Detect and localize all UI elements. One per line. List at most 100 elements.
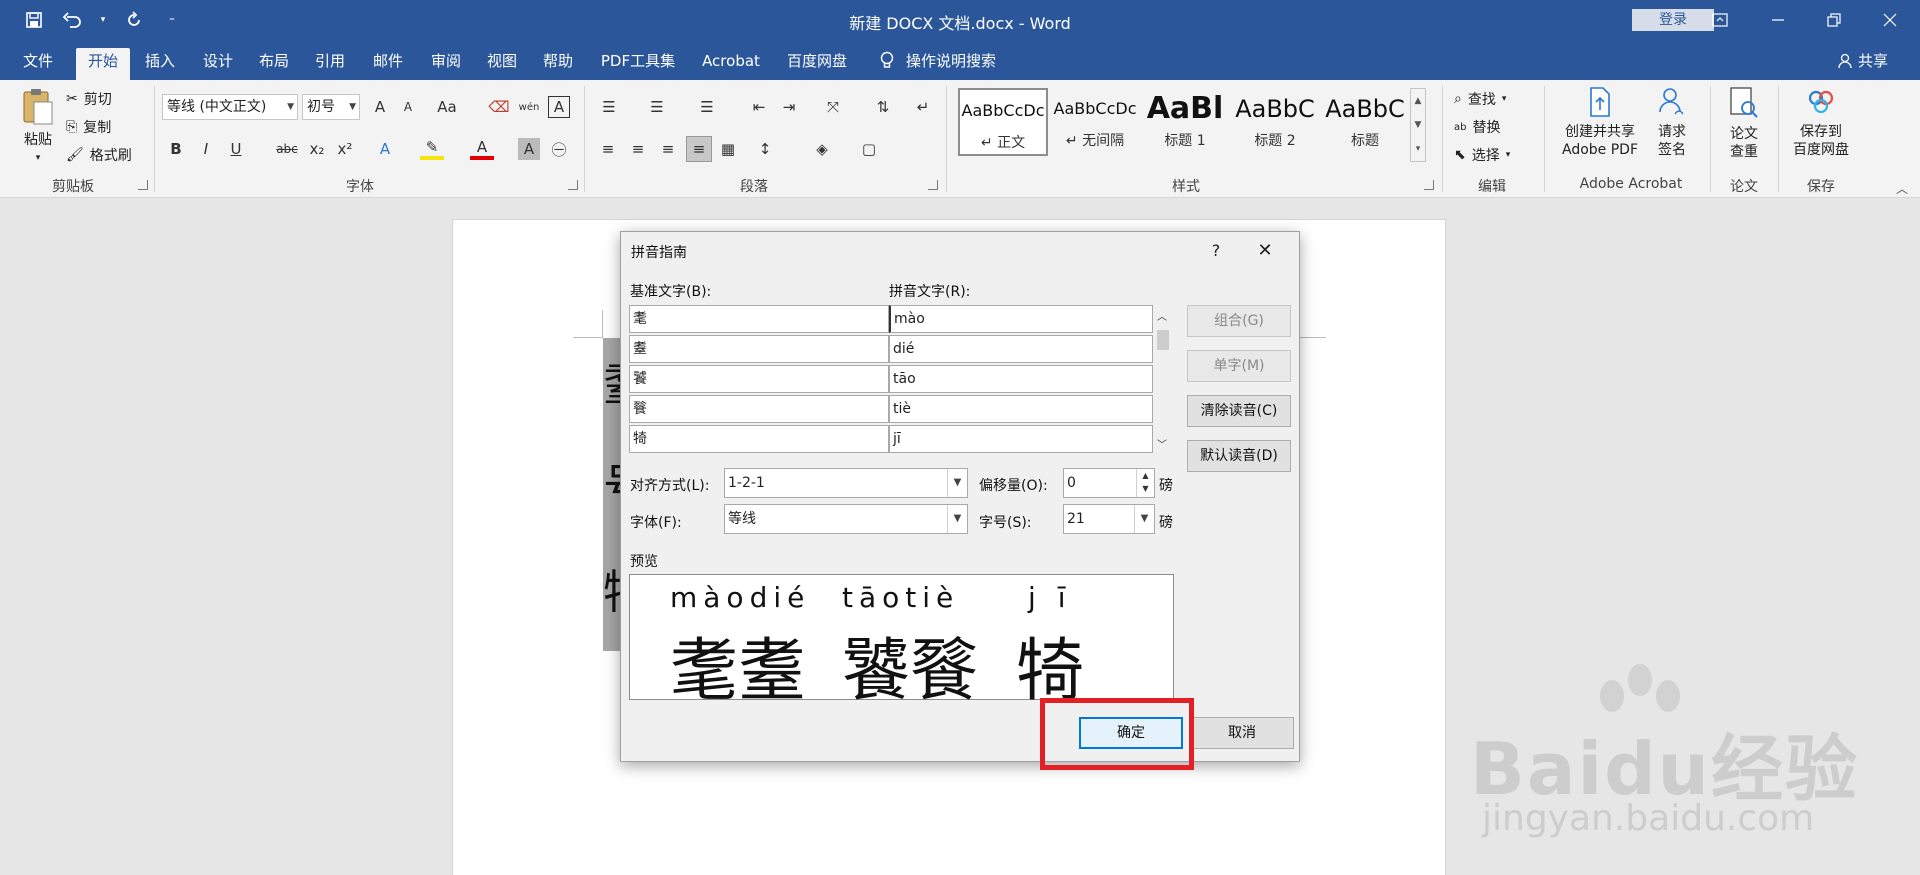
customize-toolbar-icon[interactable]: ⁼: [160, 8, 184, 32]
mono-button[interactable]: 单字(M): [1187, 350, 1291, 382]
underline-icon[interactable]: U: [226, 138, 246, 160]
text-effects-icon[interactable]: A: [374, 138, 396, 160]
replace-button[interactable]: ab 替换: [1454, 116, 1500, 138]
redo-icon[interactable]: [122, 8, 146, 32]
cut-button[interactable]: ✂ 剪切: [66, 88, 112, 110]
close-icon[interactable]: ✕: [1245, 236, 1285, 266]
shrink-font-icon[interactable]: A: [398, 96, 418, 118]
phonetic-guide-icon[interactable]: wén: [518, 96, 540, 118]
subscript-icon[interactable]: x₂: [306, 138, 328, 160]
request-signature-button[interactable]: 请求 签名: [1648, 86, 1696, 159]
offset-input[interactable]: 0 ▲ ▼: [1063, 468, 1155, 498]
clipboard-launcher-icon[interactable]: [138, 180, 148, 190]
tab-layout[interactable]: 布局: [250, 48, 298, 80]
group-button[interactable]: 组合(G): [1187, 305, 1291, 337]
paper-check-button[interactable]: 论文 查重: [1722, 86, 1766, 161]
increase-indent-icon[interactable]: ⇥: [778, 96, 800, 118]
base-text-field[interactable]: 耄: [629, 305, 889, 333]
scrollbar[interactable]: ︿ ﹀: [1153, 308, 1171, 457]
chevron-up-icon[interactable]: ︿: [1157, 308, 1167, 323]
style-normal[interactable]: AaBbCcDc ↵ 正文: [958, 88, 1048, 156]
font-name-combo[interactable]: 等线 (中文正文) ▼: [162, 94, 298, 120]
tab-references[interactable]: 引用: [306, 48, 354, 80]
styles-gallery-scroller[interactable]: ▲ ▼ ▾: [1410, 88, 1426, 162]
multilevel-list-icon[interactable]: ☰: [694, 96, 720, 118]
help-icon[interactable]: ?: [1201, 236, 1231, 266]
create-share-pdf-button[interactable]: 创建并共享 Adobe PDF: [1556, 86, 1644, 159]
tab-insert[interactable]: 插入: [136, 48, 184, 80]
align-center-icon[interactable]: ≡: [628, 138, 648, 160]
ruby-text-field[interactable]: jī: [889, 425, 1153, 453]
chevron-down-icon[interactable]: ▾: [98, 8, 108, 32]
bullets-icon[interactable]: ☰: [596, 96, 622, 118]
styles-launcher-icon[interactable]: [1424, 180, 1434, 190]
italic-icon[interactable]: I: [196, 138, 216, 160]
find-button[interactable]: ⌕ 查找 ▾: [1454, 88, 1506, 110]
character-shading-icon[interactable]: A: [518, 138, 540, 160]
bold-icon[interactable]: B: [166, 138, 186, 160]
ruby-text-field[interactable]: tāo: [889, 365, 1153, 393]
grow-font-icon[interactable]: A: [370, 96, 390, 118]
chinese-layout-icon[interactable]: ⤧: [820, 96, 846, 118]
font-size-combo[interactable]: 初号 ▼: [302, 94, 360, 120]
cancel-button[interactable]: 取消: [1190, 717, 1294, 749]
tab-baidu-netdisk[interactable]: 百度网盘: [782, 48, 852, 80]
alignment-select[interactable]: 1-2-1 ▼: [724, 468, 968, 498]
tab-pdf-tools[interactable]: PDF工具集: [596, 48, 680, 80]
ribbon-display-options-icon[interactable]: [1702, 6, 1738, 34]
font-select[interactable]: 等线 ▼: [724, 504, 968, 534]
restore-icon[interactable]: [1816, 6, 1852, 34]
paragraph-launcher-icon[interactable]: [928, 180, 938, 190]
ruby-text-field[interactable]: mào: [889, 305, 1153, 333]
tab-home[interactable]: 开始: [76, 48, 130, 80]
copy-button[interactable]: ⎘ 复制: [66, 116, 111, 138]
tab-help[interactable]: 帮助: [534, 48, 582, 80]
highlight-icon[interactable]: ✎: [420, 138, 444, 160]
default-reading-button[interactable]: 默认读音(D): [1187, 440, 1291, 472]
tab-review[interactable]: 审阅: [422, 48, 470, 80]
style-no-spacing[interactable]: AaBbCcDc ↵ 无间隔: [1050, 88, 1140, 156]
style-heading-2[interactable]: AaBbC 标题 2: [1230, 88, 1320, 156]
show-marks-icon[interactable]: ↵: [912, 96, 934, 118]
tab-acrobat[interactable]: Acrobat: [696, 48, 766, 80]
paste-button[interactable]: 粘贴 ▾: [16, 86, 60, 167]
numbering-icon[interactable]: ☰: [644, 96, 670, 118]
distributed-icon[interactable]: ▦: [718, 138, 738, 160]
size-select[interactable]: 21 ▼: [1063, 504, 1155, 534]
ruby-text-field[interactable]: dié: [889, 335, 1153, 363]
tab-mailings[interactable]: 邮件: [364, 48, 412, 80]
style-title[interactable]: AaBbC 标题: [1320, 88, 1410, 156]
spin-buttons[interactable]: ▲ ▼: [1136, 469, 1154, 497]
chevron-down-icon[interactable]: ﹀: [1157, 436, 1167, 451]
tab-file[interactable]: 文件: [14, 48, 62, 80]
tab-design[interactable]: 设计: [194, 48, 242, 80]
character-border-icon[interactable]: A: [548, 96, 570, 118]
tell-me-search[interactable]: 操作说明搜索: [880, 50, 996, 71]
shading-icon[interactable]: ◈: [810, 138, 834, 160]
style-heading-1[interactable]: AaBl 标题 1: [1140, 88, 1230, 156]
clear-formatting-icon[interactable]: ⌫: [488, 96, 510, 118]
select-button[interactable]: ⬉ 选择 ▾: [1454, 144, 1510, 166]
save-to-netdisk-button[interactable]: 保存到 百度网盘: [1786, 86, 1856, 159]
save-icon[interactable]: [22, 8, 46, 32]
close-window-icon[interactable]: [1872, 6, 1908, 34]
base-text-field[interactable]: 饕: [629, 365, 889, 393]
justify-icon[interactable]: ≡: [686, 136, 712, 162]
strikethrough-icon[interactable]: abc: [272, 138, 302, 160]
ruby-text-field[interactable]: tiè: [889, 395, 1153, 423]
undo-icon[interactable]: [60, 8, 84, 32]
font-launcher-icon[interactable]: [568, 180, 578, 190]
base-text-field[interactable]: 餮: [629, 395, 889, 423]
sort-icon[interactable]: ⇅: [872, 96, 894, 118]
align-left-icon[interactable]: ≡: [598, 138, 618, 160]
borders-icon[interactable]: ▢: [858, 138, 880, 160]
base-text-field[interactable]: 耋: [629, 335, 889, 363]
line-spacing-icon[interactable]: ↕: [754, 138, 776, 160]
superscript-icon[interactable]: x²: [334, 138, 356, 160]
format-painter-button[interactable]: 🖌 格式刷: [66, 144, 132, 166]
collapse-ribbon-icon[interactable]: ︿: [1896, 180, 1908, 197]
change-case-icon[interactable]: Aa: [432, 96, 462, 118]
minimize-icon[interactable]: [1760, 6, 1796, 34]
enclose-characters-icon[interactable]: ㊀: [548, 138, 570, 160]
tab-view[interactable]: 视图: [478, 48, 526, 80]
